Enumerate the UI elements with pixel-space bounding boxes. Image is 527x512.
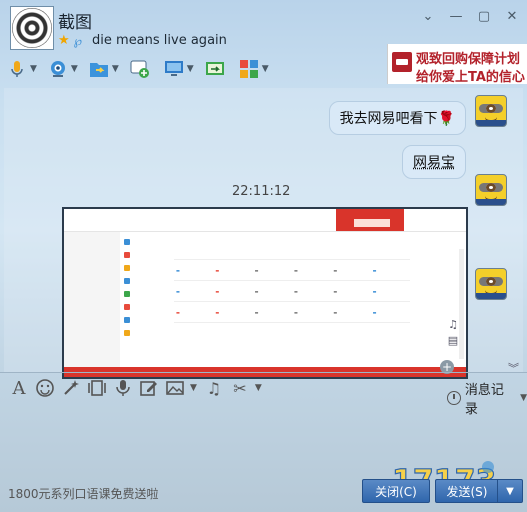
chevron-down-icon[interactable]: ▼ bbox=[112, 64, 119, 74]
music-icon[interactable]: ♫ bbox=[203, 377, 225, 399]
scissors-icon[interactable]: ✂ bbox=[229, 377, 251, 399]
collapse-chevron-icon[interactable]: ︾ bbox=[508, 360, 519, 376]
ad-banner[interactable]: 观致回购保障计划 给你爱上TA的信心 bbox=[387, 44, 527, 84]
close-chat-button[interactable]: 关闭(C) bbox=[362, 479, 430, 503]
share-screen-icon[interactable] bbox=[204, 58, 226, 80]
chevron-down-icon[interactable]: ▼ bbox=[255, 383, 262, 393]
file-transfer-icon[interactable] bbox=[88, 58, 110, 80]
user-avatar[interactable] bbox=[475, 268, 507, 300]
send-button[interactable]: 发送(S) bbox=[435, 479, 499, 503]
ad-line-1: 观致回购保障计划 bbox=[416, 48, 520, 67]
brand-logo-icon bbox=[392, 52, 412, 72]
chevron-down-icon[interactable]: ▼ bbox=[187, 64, 194, 74]
status-row: ★ ℘ die means live again bbox=[58, 33, 227, 48]
webcam-icon[interactable] bbox=[47, 58, 69, 80]
image-icon[interactable] bbox=[164, 377, 186, 399]
message-text: 我去网易吧看下🌹 bbox=[340, 111, 455, 127]
message-text: 网易宝 bbox=[413, 155, 455, 171]
user-avatar[interactable] bbox=[475, 95, 507, 127]
remote-desktop-icon[interactable] bbox=[163, 58, 185, 80]
message-timestamp: 22:11:12 bbox=[232, 184, 290, 199]
send-options-button[interactable]: ▼ bbox=[497, 479, 523, 503]
emoji-icon[interactable] bbox=[34, 377, 56, 399]
microphone-icon[interactable] bbox=[6, 58, 28, 80]
contact-avatar[interactable] bbox=[10, 6, 54, 50]
chevron-down-icon[interactable]: ▼ bbox=[30, 64, 37, 74]
swirl-avatar-image bbox=[12, 8, 52, 48]
apps-icon[interactable] bbox=[238, 58, 260, 80]
divider bbox=[0, 372, 527, 373]
edit-icon[interactable] bbox=[138, 377, 160, 399]
magic-icon[interactable] bbox=[60, 377, 82, 399]
maximize-button[interactable]: ▢ bbox=[476, 8, 492, 24]
star-icon[interactable]: ★ bbox=[58, 33, 70, 48]
minimize-button[interactable]: — bbox=[448, 8, 464, 24]
chat-title: 截图 bbox=[58, 8, 92, 33]
chevron-down-icon[interactable]: ▼ bbox=[262, 64, 269, 74]
screenshot-image[interactable]: ▬ ▬ ▬ ▬ ▬ ▬ ▬ ▬ ▬ ▬ ▬ ▬ ▬ ▬ ▬ ▬ ▬ ▬ bbox=[62, 207, 468, 379]
close-button[interactable]: ✕ bbox=[504, 8, 520, 24]
headset-icon[interactable]: ♫ bbox=[446, 318, 460, 332]
chat-toolbar: ▼ ▼ ▼ ▼ ▼ bbox=[6, 54, 279, 84]
add-app-icon[interactable] bbox=[129, 58, 151, 80]
chevron-down-icon: ▼ bbox=[506, 486, 514, 497]
user-avatar[interactable] bbox=[475, 174, 507, 206]
ad-line-2: 给你爱上TA的信心 bbox=[416, 66, 525, 85]
chat-bubble-icon[interactable]: ▤ bbox=[446, 334, 460, 348]
window-controls: ⌄ — ▢ ✕ bbox=[420, 8, 520, 24]
chevron-down-icon[interactable]: ▼ bbox=[190, 383, 197, 393]
status-message: die means live again bbox=[92, 33, 227, 48]
input-toolbar: A ▼ ♫ ✂ ▼ bbox=[8, 376, 262, 400]
signature-icon: ℘ bbox=[74, 34, 82, 48]
font-icon[interactable]: A bbox=[8, 377, 30, 399]
voice-icon[interactable] bbox=[112, 377, 134, 399]
message-bubble[interactable]: 网易宝 bbox=[402, 145, 466, 179]
promo-link[interactable]: 1800元系列口语课免费送啦 bbox=[8, 485, 159, 502]
chevron-down-icon[interactable]: ⌄ bbox=[420, 8, 436, 24]
gallery-icon[interactable] bbox=[86, 377, 108, 399]
chevron-down-icon[interactable]: ▼ bbox=[71, 64, 78, 74]
message-bubble[interactable]: 我去网易吧看下🌹 bbox=[329, 101, 466, 135]
